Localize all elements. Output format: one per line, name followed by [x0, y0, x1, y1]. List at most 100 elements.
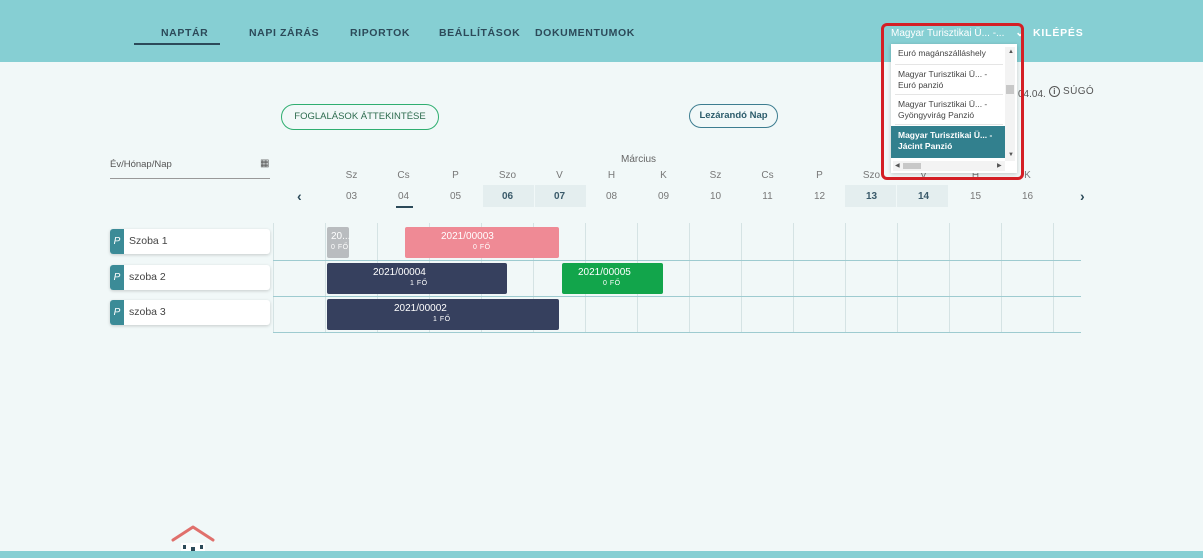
calendar-icon[interactable]: ▦ — [260, 158, 269, 169]
day-number[interactable]: 03 — [326, 191, 377, 202]
dropdown-divider — [895, 94, 1003, 95]
day-number[interactable]: 10 — [690, 191, 741, 202]
day-number[interactable]: 06 — [482, 191, 533, 202]
day-name: Sz — [345, 170, 358, 181]
day-number[interactable]: 15 — [950, 191, 1001, 202]
date-input[interactable]: Év/Hónap/Nap — [110, 157, 270, 179]
day-name: Szo — [862, 170, 881, 181]
day-name: V — [556, 170, 563, 181]
grid-line — [273, 223, 274, 333]
nav-napi-zaras[interactable]: NAPI ZÁRÁS — [249, 27, 319, 39]
grid-line — [1053, 223, 1054, 333]
row-divider — [273, 332, 1081, 333]
current-date: 04.04. — [1018, 89, 1046, 100]
booking-guests: 1 FŐ — [433, 316, 451, 323]
day-name: Szo — [498, 170, 517, 181]
booking-block[interactable]: 2021/00003 0 FŐ — [405, 227, 559, 258]
booking-block[interactable]: 2021/00005 0 FŐ — [562, 263, 663, 294]
grid-line — [845, 223, 846, 333]
dropdown-hscroll-thumb[interactable] — [903, 163, 921, 169]
day-number[interactable]: 12 — [794, 191, 845, 202]
help-link[interactable]: i SÚGÓ — [1049, 86, 1094, 97]
day-name: Sz — [709, 170, 722, 181]
room-name: szoba 3 — [129, 306, 166, 318]
day-number[interactable]: 16 — [1002, 191, 1053, 202]
chevron-left-icon[interactable]: ‹ — [297, 188, 302, 204]
booking-id: 2021/00003 — [441, 231, 494, 242]
info-icon: i — [1049, 86, 1060, 97]
booking-id: 20... — [331, 231, 351, 242]
room-card[interactable]: P Szoba 1 — [110, 229, 270, 254]
bottom-bar — [0, 551, 1203, 558]
row-divider — [273, 296, 1081, 297]
key-icon: P — [110, 265, 124, 290]
grid-line — [1001, 223, 1002, 333]
bookings-overview-button[interactable]: FOGLALÁSOK ÁTTEKINTÉSE — [281, 104, 439, 130]
today-indicator — [396, 206, 413, 208]
booking-guests: 0 FŐ — [331, 244, 349, 251]
day-number[interactable]: 05 — [430, 191, 481, 202]
property-select[interactable]: Magyar Turisztikai Ü... -... — [891, 28, 1026, 39]
day-name: Cs — [761, 170, 774, 181]
dropdown-option[interactable]: Euró magánszálláshely — [891, 48, 1005, 59]
chevron-down-icon[interactable]: ⌄ — [1015, 25, 1025, 39]
nav-naptar[interactable]: NAPTÁR — [161, 27, 208, 39]
room-card[interactable]: P szoba 2 — [110, 265, 270, 290]
booking-guests: 1 FŐ — [410, 280, 428, 287]
grid-line — [325, 223, 326, 333]
nav-active-underline — [134, 43, 220, 45]
day-number[interactable]: 09 — [638, 191, 689, 202]
scroll-down-icon[interactable]: ▼ — [1008, 152, 1014, 158]
nav-riportok[interactable]: RIPORTOK — [350, 27, 410, 39]
booking-id: 2021/00002 — [394, 303, 447, 314]
dropdown-divider — [895, 64, 1003, 65]
day-name: K — [660, 170, 667, 181]
day-number[interactable]: 07 — [534, 191, 585, 202]
day-name: H — [607, 170, 616, 181]
dropdown-scroll-thumb[interactable] — [1006, 85, 1014, 94]
booking-block[interactable]: 2021/00002 1 FŐ — [327, 299, 559, 330]
room-name: Szoba 1 — [129, 235, 168, 247]
booking-block[interactable]: 2021/00004 1 FŐ — [327, 263, 507, 294]
month-label: Március — [621, 154, 657, 165]
grid-line — [793, 223, 794, 333]
booking-guests: 0 FŐ — [473, 244, 491, 251]
booking-id: 2021/00005 — [578, 267, 631, 278]
logout-button[interactable]: KILÉPÉS — [1033, 27, 1084, 39]
nav-beallitasok[interactable]: BEÁLLÍTÁSOK — [439, 27, 520, 39]
house-logo-icon — [171, 525, 215, 554]
dropdown-option-selected[interactable]: Magyar Turisztikai Ü... - Jácint Panzió — [891, 126, 1005, 158]
scroll-up-icon[interactable]: ▲ — [1008, 49, 1014, 55]
help-label: SÚGÓ — [1063, 86, 1095, 97]
dropdown-divider — [895, 124, 1003, 125]
row-divider — [273, 260, 1081, 261]
booking-guests: 0 FŐ — [603, 280, 621, 287]
booking-id: 2021/00004 — [373, 267, 426, 278]
grid-line — [949, 223, 950, 333]
dropdown-option[interactable]: Magyar Turisztikai Ü... - Gyöngyvirág Pa… — [891, 99, 1005, 120]
day-number[interactable]: 08 — [586, 191, 637, 202]
dropdown-option[interactable]: Magyar Turisztikai Ü... - Euró panzió — [891, 69, 1005, 90]
booking-block[interactable]: 20... 0 FŐ — [327, 227, 351, 258]
dropdown-vertical-scrollbar[interactable] — [1005, 47, 1015, 161]
day-name: Cs — [397, 170, 410, 181]
day-name: P — [816, 170, 823, 181]
day-name: P — [452, 170, 459, 181]
day-number[interactable]: 11 — [742, 191, 793, 202]
scroll-left-icon[interactable]: ◀ — [895, 162, 900, 169]
grid-line — [689, 223, 690, 333]
grid-line — [741, 223, 742, 333]
nav-dokumentumok[interactable]: DOKUMENTUMOK — [535, 27, 635, 39]
grid-line — [897, 223, 898, 333]
chevron-right-icon[interactable]: › — [1080, 188, 1085, 204]
key-icon: P — [110, 300, 124, 325]
room-name: szoba 2 — [129, 271, 166, 283]
close-day-button[interactable]: Lezárandó Nap — [689, 104, 778, 128]
day-number[interactable]: 13 — [846, 191, 897, 202]
property-dropdown-list: Euró magánszálláshely Magyar Turisztikai… — [891, 44, 1017, 173]
day-number[interactable]: 14 — [898, 191, 949, 202]
room-card[interactable]: P szoba 3 — [110, 300, 270, 325]
key-icon: P — [110, 229, 124, 254]
scroll-right-icon[interactable]: ▶ — [997, 162, 1002, 169]
day-number[interactable]: 04 — [378, 191, 429, 202]
